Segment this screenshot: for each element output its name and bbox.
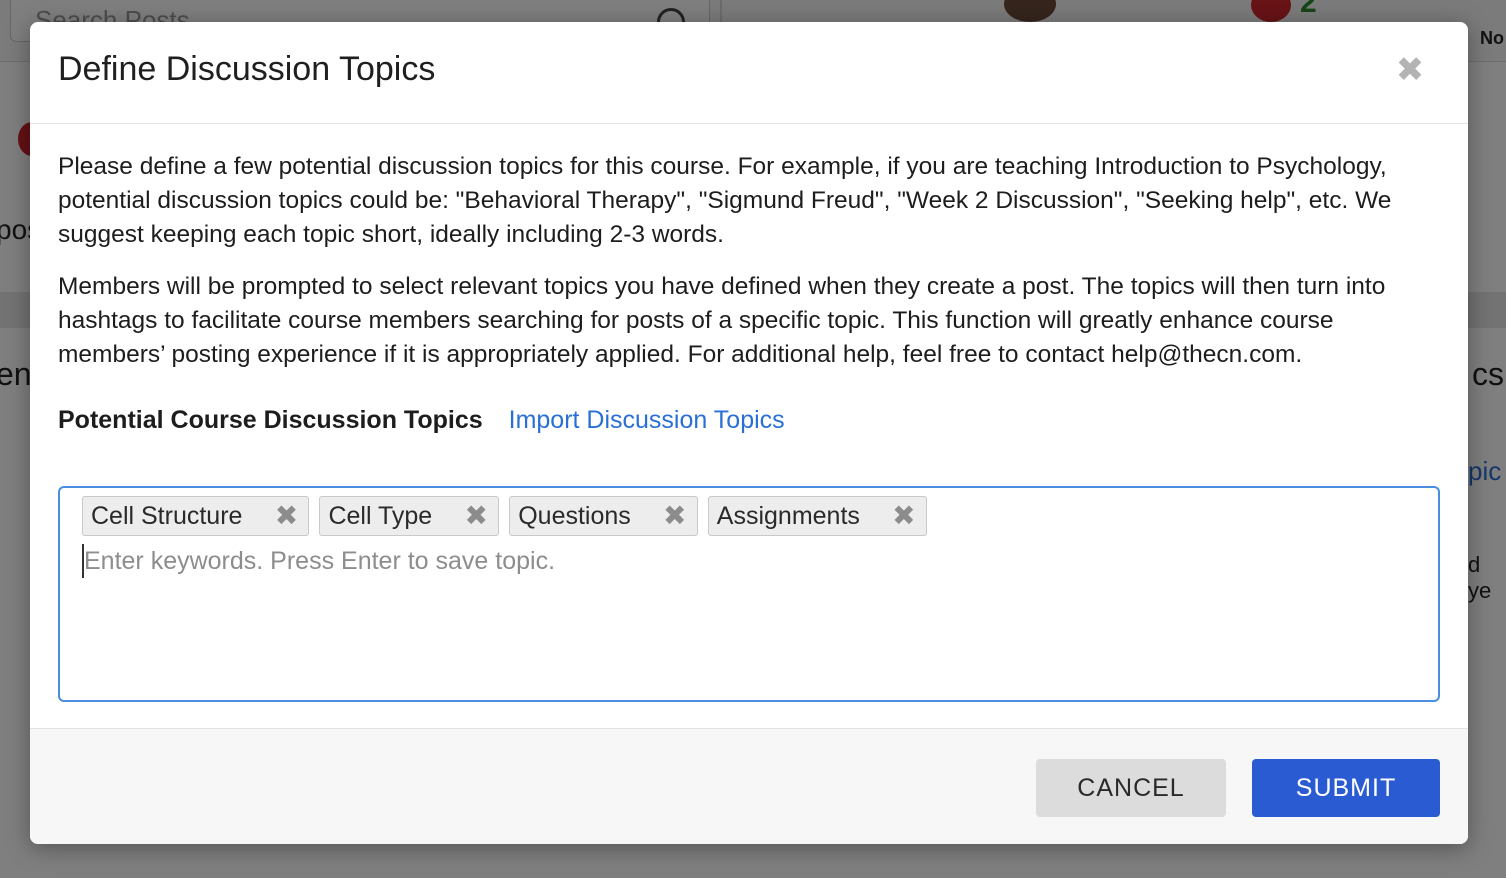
import-topics-link[interactable]: Import Discussion Topics	[509, 406, 785, 435]
dialog-header: Define Discussion Topics ✖	[30, 22, 1468, 124]
topic-tag: Cell Structure ✖	[82, 496, 310, 536]
topic-tag-label: Questions	[518, 501, 631, 530]
help-paragraph: Members will be prompted to select relev…	[58, 273, 1386, 368]
topic-tag: Cell Type ✖	[319, 496, 500, 536]
topic-tag-label: Cell Type	[328, 501, 433, 530]
topic-tag-label: Assignments	[716, 501, 860, 530]
topics-header: Potential Course Discussion Topics Impor…	[58, 406, 1438, 435]
topics-label: Potential Course Discussion Topics	[58, 406, 483, 434]
topic-tag: Assignments ✖	[707, 496, 927, 536]
remove-tag-icon[interactable]: ✖	[661, 502, 689, 530]
dialog-title: Define Discussion Topics	[58, 50, 436, 88]
cancel-button[interactable]: CANCEL	[1036, 759, 1226, 817]
tag-list: Cell Structure ✖ Cell Type ✖ Questions ✖…	[82, 496, 1416, 536]
intro-paragraph: Please define a few potential discussion…	[58, 153, 1392, 248]
close-icon[interactable]: ✖	[1392, 52, 1428, 88]
topic-tag-label: Cell Structure	[91, 501, 243, 530]
dialog-footer: CANCEL SUBMIT	[30, 728, 1468, 844]
remove-tag-icon[interactable]: ✖	[272, 502, 300, 530]
topics-tag-input[interactable]: Cell Structure ✖ Cell Type ✖ Questions ✖…	[58, 486, 1440, 702]
remove-tag-icon[interactable]: ✖	[462, 502, 490, 530]
topic-tag: Questions ✖	[509, 496, 698, 536]
define-topics-dialog: Define Discussion Topics ✖ Please define…	[30, 22, 1468, 844]
remove-tag-icon[interactable]: ✖	[890, 502, 918, 530]
submit-button[interactable]: SUBMIT	[1252, 759, 1440, 817]
keyword-input[interactable]	[82, 544, 1416, 578]
dialog-body: Please define a few potential discussion…	[58, 150, 1438, 435]
